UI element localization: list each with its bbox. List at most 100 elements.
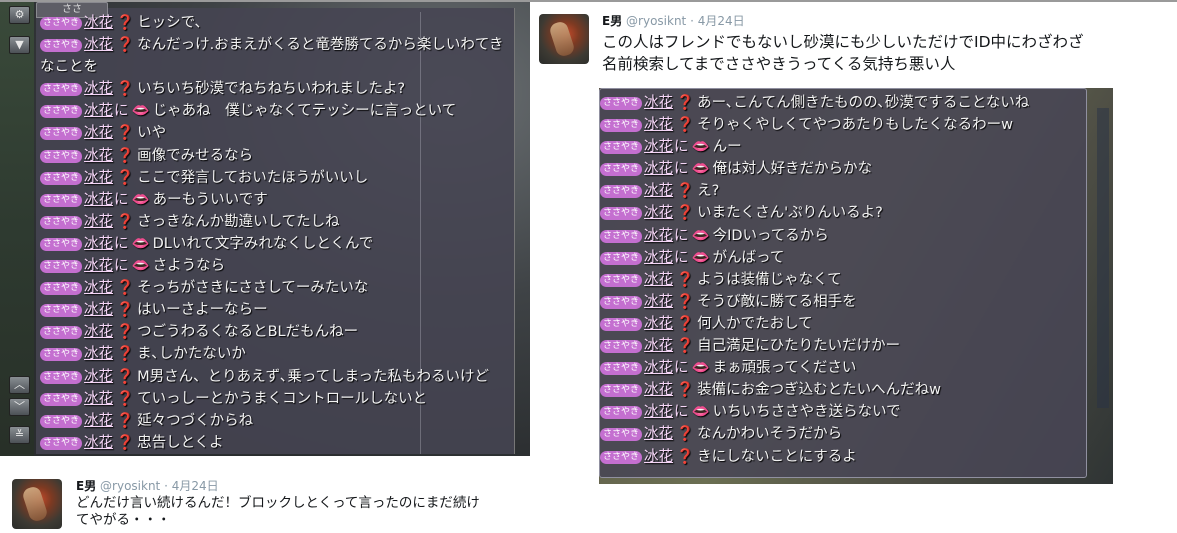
chat-sender-name[interactable]: 冰花 xyxy=(84,413,113,429)
chat-sender-name[interactable]: 冰花 xyxy=(84,103,113,119)
chat-log: ささやき 冰花 ❓ ヒッシで、 ささやき 冰花 ❓ なんだっけ.おまえがくると竜巻勝てるから楽… xyxy=(40,12,520,454)
chat-sender-name[interactable]: 冰花 xyxy=(84,192,113,208)
chat-message-text: あー､こんてん側きたものの､砂漠ですることないね xyxy=(697,95,1030,111)
lips-icon: 👄 xyxy=(131,191,150,208)
chat-sender-name[interactable]: 冰花 xyxy=(84,435,113,451)
tweet-author-name[interactable]: E男 xyxy=(602,14,622,28)
chat-line: ささやき 冰花 ❓ はいーさよーならー xyxy=(40,299,520,321)
whisper-badge: ささやき xyxy=(600,362,643,376)
chat-sender-name[interactable]: 冰花 xyxy=(644,404,673,420)
chevron-down-icon[interactable]: ﹀ xyxy=(9,398,30,416)
chat-sender-name[interactable]: 冰花 xyxy=(84,236,113,252)
chat-sender-name[interactable]: 冰花 xyxy=(644,139,673,155)
chat-message-text: 俺は対人好きだからかな xyxy=(712,161,873,178)
chat-sender-name[interactable]: 冰花 xyxy=(84,170,113,186)
avatar[interactable] xyxy=(539,14,589,64)
speech-bubble-icon: ❓ xyxy=(116,434,135,451)
gear-icon[interactable]: ⚙ xyxy=(9,6,30,24)
chat-message-text: そりゃくやしくてやつあたりもしたくなるわーw xyxy=(697,117,1014,134)
chat-recipient-marker: に xyxy=(114,103,129,120)
chat-line: ささやき 冰花 ❓ ようは装備じゃなくて xyxy=(600,269,1080,291)
chat-sender-name[interactable]: 冰花 xyxy=(84,148,113,164)
speech-bubble-icon: ❓ xyxy=(676,448,695,465)
chat-line: ささやき 冰花 ❓ いや xyxy=(40,122,520,144)
chat-sender-name[interactable]: 冰花 xyxy=(644,117,673,133)
chat-sender-name[interactable]: 冰花 xyxy=(644,316,673,332)
whisper-badge: ささやき xyxy=(40,127,83,141)
chat-line: ささやき 冰花 ❓ そりゃくやしくてやつあたりもしたくなるわーw xyxy=(600,114,1080,136)
chat-sender-name[interactable]: 冰花 xyxy=(84,37,113,53)
whisper-badge: ささやき xyxy=(40,326,83,340)
chat-recipient-marker: に xyxy=(674,404,689,421)
chat-sender-name[interactable]: 冰花 xyxy=(644,338,673,354)
whisper-badge: ささやき xyxy=(40,39,83,53)
chat-message-text: 装備にお金つぎ込むとたいへんだねw xyxy=(697,382,941,399)
chat-sender-name[interactable]: 冰花 xyxy=(84,125,113,141)
tweet-header: E男 @ryosiknt · 4月24日 xyxy=(76,479,219,493)
chat-message-text: ま､しかたないか xyxy=(137,346,246,363)
whisper-badge: ささやき xyxy=(40,348,83,362)
chat-sender-name[interactable]: 冰花 xyxy=(84,280,113,296)
tweet-text-line: この人はフレンドでもないし砂漠にも少しいただけでID中にわざわざ xyxy=(602,33,1084,51)
tweet-date[interactable]: 4月24日 xyxy=(172,479,219,493)
speech-bubble-icon: ❓ xyxy=(116,390,135,407)
chat-line: ささやき 冰花 ❓ そうび敵に勝てる相手を xyxy=(600,291,1080,313)
chat-line: ささやき 冰花 ❓ 延々つづくからね xyxy=(40,410,520,432)
chat-sender-name[interactable]: 冰花 xyxy=(84,346,113,362)
chat-sender-name[interactable]: 冰花 xyxy=(84,391,113,407)
chat-message-text: あーもういいです xyxy=(152,191,268,208)
chat-line: ささやき 冰花 ❓ M男さん、とりあえず､乗ってしまった私もわるいけど xyxy=(40,366,520,388)
speech-bubble-icon: ❓ xyxy=(676,271,695,288)
scroll-bottom-icon[interactable]: ≚ xyxy=(9,426,30,444)
filter-icon[interactable]: ▼ xyxy=(9,36,30,54)
whisper-badge: ささやき xyxy=(40,171,83,185)
chevron-up-icon[interactable]: ︿ xyxy=(9,376,30,394)
chat-line: ささやき 冰花 ❓ あー､こんてん側きたものの､砂漠ですることないね xyxy=(600,92,1080,114)
chat-line: ささやき 冰花に 👄 まぁ頑張ってください xyxy=(600,357,1080,379)
chat-sender-name[interactable]: 冰花 xyxy=(84,15,113,31)
tweet-author-handle[interactable]: @ryosiknt xyxy=(626,14,686,28)
chat-sender-name[interactable]: 冰花 xyxy=(644,228,673,244)
chat-sender-name[interactable]: 冰花 xyxy=(644,272,673,288)
chat-sender-name[interactable]: 冰花 xyxy=(84,324,113,340)
chat-message-text: がんばって xyxy=(712,249,785,266)
chat-line: ささやき 冰花 ❓ つごうわるくなるとBLだもんねー xyxy=(40,321,520,343)
chat-sender-name[interactable]: 冰花 xyxy=(644,183,673,199)
chat-line: ささやき 冰花に 👄 がんばって xyxy=(600,247,1080,269)
chat-sender-name[interactable]: 冰花 xyxy=(644,449,673,465)
chat-sender-name[interactable]: 冰花 xyxy=(644,95,673,111)
chat-sender-name[interactable]: 冰花 xyxy=(644,205,673,221)
chat-sender-name[interactable]: 冰花 xyxy=(84,302,113,318)
whisper-badge: ささやき xyxy=(40,105,83,119)
whisper-badge: ささやき xyxy=(40,370,83,384)
chat-sender-name[interactable]: 冰花 xyxy=(84,81,113,97)
tweet-date[interactable]: 4月24日 xyxy=(698,14,745,28)
chat-sender-name[interactable]: 冰花 xyxy=(644,161,673,177)
chat-sender-name[interactable]: 冰花 xyxy=(644,382,673,398)
whisper-badge: ささやき xyxy=(600,384,643,398)
tweet-author-handle[interactable]: @ryosiknt xyxy=(100,479,160,493)
chat-line: ささやき 冰花に 👄 俺は対人好きだからかな xyxy=(600,158,1080,180)
speech-bubble-icon: ❓ xyxy=(676,95,695,111)
chat-recipient-marker: に xyxy=(674,139,689,156)
chat-sender-name[interactable]: 冰花 xyxy=(84,214,113,230)
chat-sender-name[interactable]: 冰花 xyxy=(84,258,113,274)
lips-icon: 👄 xyxy=(131,103,150,120)
chat-sender-name[interactable]: 冰花 xyxy=(644,294,673,310)
chat-line: ささやき 冰花 ❓ きにしないことにするよ xyxy=(600,446,1080,468)
chat-sender-name[interactable]: 冰花 xyxy=(644,250,673,266)
whisper-badge: ささやき xyxy=(600,295,643,309)
tweet-text-line: てやがる・・・ xyxy=(76,512,171,528)
chat-sender-name[interactable]: 冰花 xyxy=(84,369,113,385)
scrollbar[interactable] xyxy=(1097,108,1109,408)
speech-bubble-icon: ❓ xyxy=(676,338,695,355)
whisper-badge: ささやき xyxy=(600,163,643,177)
whisper-badge: ささやき xyxy=(40,193,83,207)
chat-sender-name[interactable]: 冰花 xyxy=(644,360,673,376)
whisper-badge: ささやき xyxy=(600,317,643,331)
chat-sender-name[interactable]: 冰花 xyxy=(644,426,673,442)
tweet-author-name[interactable]: E男 xyxy=(76,479,96,493)
avatar[interactable] xyxy=(12,479,62,529)
chat-message-text: M男さん、とりあえず､乗ってしまった私もわるいけど xyxy=(137,368,490,385)
chat-message-text: いまたくさん'ぷりんいるよ? xyxy=(697,205,883,222)
